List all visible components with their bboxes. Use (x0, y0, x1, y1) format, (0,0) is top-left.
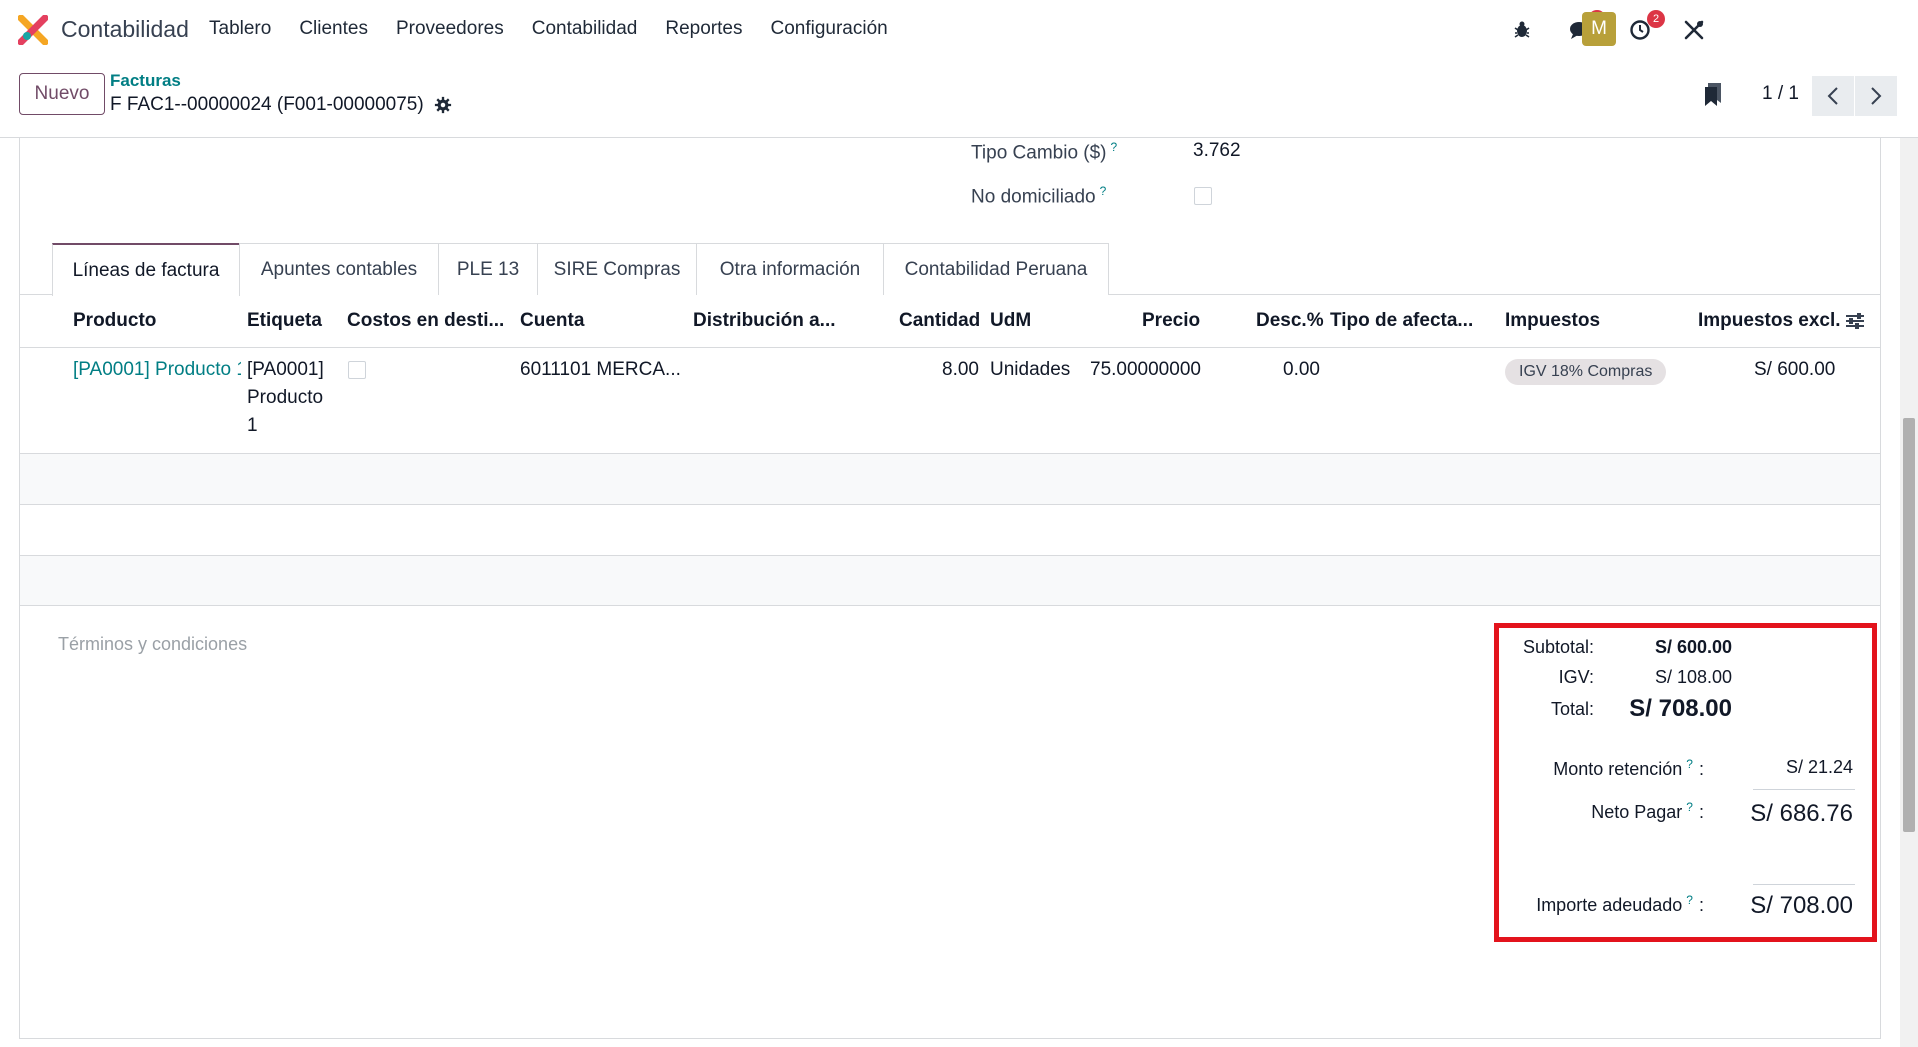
no-domiciliado-checkbox[interactable] (1194, 187, 1212, 205)
app-name[interactable]: Contabilidad (61, 16, 189, 43)
activity-badge: 2 (1647, 10, 1665, 28)
main-menu: Tablero Clientes Proveedores Contabilida… (209, 18, 916, 40)
monto-retencion-label: Monto retención?: (1553, 757, 1704, 780)
cell-precio[interactable]: 75.00000000 (1090, 359, 1201, 381)
totals-highlight-box: Subtotal: S/ 600.00 IGV: S/ 108.00 Total… (1494, 623, 1877, 942)
user-avatar-badge[interactable]: M (1582, 12, 1616, 46)
column-header-producto[interactable]: Producto (73, 310, 156, 332)
cell-cuenta[interactable]: 6011101 MERCA... (520, 359, 681, 381)
tipo-cambio-value[interactable]: 3.762 (1193, 140, 1241, 162)
column-header-desc[interactable]: Desc.% (1256, 310, 1324, 332)
control-panel: Nuevo Facturas F FAC1--00000024 (F001-00… (0, 59, 1918, 138)
importe-adeudado-label: Importe adeudado?: (1536, 893, 1704, 916)
column-header-udm[interactable]: UdM (990, 310, 1031, 332)
table-empty-row[interactable] (20, 454, 1880, 504)
cell-etiqueta-line1[interactable]: [PA0001] (247, 359, 324, 381)
column-header-cuenta[interactable]: Cuenta (520, 310, 584, 332)
tipo-cambio-label-text: Tipo Cambio ($) (971, 142, 1107, 164)
neto-pagar-label-text: Neto Pagar (1591, 802, 1683, 822)
notebook-tabs: Líneas de factura Apuntes contables PLE … (20, 243, 1880, 296)
debug-bug-icon[interactable] (1505, 12, 1539, 48)
no-domiciliado-label: No domiciliado? (971, 184, 1106, 208)
help-tooltip-icon[interactable]: ? (1686, 800, 1693, 814)
column-header-cantidad[interactable]: Cantidad (899, 310, 980, 332)
tab-apuntes-contables[interactable]: Apuntes contables (239, 243, 439, 295)
tab-otra-informacion[interactable]: Otra información (696, 243, 884, 295)
igv-value: S/ 108.00 (1654, 667, 1732, 687)
table-empty-row[interactable] (20, 505, 1880, 555)
menu-item-clientes[interactable]: Clientes (299, 18, 368, 40)
subtotal-label: Subtotal: (1522, 637, 1594, 657)
neto-pagar-value: S/ 686.76 (1750, 800, 1853, 827)
record-title: F FAC1--00000024 (F001-00000075) (110, 94, 452, 116)
column-header-tipo-afectacion[interactable]: Tipo de afecta... (1330, 310, 1473, 332)
total-value: S/ 708.00 (1629, 695, 1732, 722)
scrollbar-thumb[interactable] (1903, 418, 1915, 832)
new-button[interactable]: Nuevo (19, 73, 105, 115)
cell-cantidad[interactable]: 8.00 (942, 359, 979, 381)
gear-icon[interactable] (434, 96, 452, 114)
importe-adeudado-value: S/ 708.00 (1750, 892, 1853, 919)
column-header-costos[interactable]: Costos en desti... (347, 310, 504, 332)
terms-conditions-placeholder[interactable]: Términos y condiciones (58, 634, 247, 655)
tab-contabilidad-peruana[interactable]: Contabilidad Peruana (883, 243, 1109, 295)
help-tooltip-icon[interactable]: ? (1686, 893, 1693, 907)
column-settings-icon[interactable] (1845, 312, 1865, 330)
total-label: Total: (1550, 699, 1594, 719)
table-empty-row[interactable] (20, 556, 1880, 606)
cell-producto[interactable]: [PA0001] Producto 1 (73, 359, 241, 381)
cell-impuestos-excl[interactable]: S/ 600.00 (1754, 359, 1835, 381)
pager-previous-button[interactable] (1812, 76, 1854, 116)
activity-clock-icon[interactable]: 2 (1623, 10, 1665, 48)
neto-pagar-label: Neto Pagar?: (1591, 800, 1704, 823)
accounting-app-icon[interactable] (18, 15, 48, 45)
breadcrumb-facturas[interactable]: Facturas (110, 71, 181, 91)
pager-next-button[interactable] (1855, 76, 1897, 116)
help-tooltip-icon[interactable]: ? (1100, 184, 1107, 198)
column-header-distribucion[interactable]: Distribución a... (693, 310, 836, 332)
cell-costos-checkbox[interactable] (348, 361, 366, 379)
cell-udm[interactable]: Unidades (990, 359, 1070, 381)
total-separator (1753, 789, 1855, 790)
column-header-impuestos[interactable]: Impuestos (1505, 310, 1600, 332)
tab-lineas-factura[interactable]: Líneas de factura (52, 243, 240, 296)
tools-icon[interactable] (1677, 12, 1711, 48)
help-tooltip-icon[interactable]: ? (1686, 757, 1693, 771)
monto-retencion-label-text: Monto retención (1553, 759, 1683, 779)
column-header-etiqueta[interactable]: Etiqueta (247, 310, 322, 332)
igv-label: IGV: (1558, 667, 1594, 687)
tax-tag[interactable]: IGV 18% Compras (1505, 359, 1667, 385)
total-separator (1753, 884, 1855, 885)
chevron-right-icon (1871, 87, 1882, 105)
column-header-impuestos-excl[interactable]: Impuestos excl. (1698, 310, 1841, 332)
colon: : (1698, 802, 1704, 822)
menu-item-contabilidad[interactable]: Contabilidad (532, 18, 638, 40)
cell-etiqueta-line2[interactable]: Producto (247, 387, 323, 409)
top-navbar: Contabilidad Tablero Clientes Proveedore… (0, 0, 1918, 59)
help-tooltip-icon[interactable]: ? (1111, 140, 1118, 154)
menu-item-proveedores[interactable]: Proveedores (396, 18, 504, 40)
tab-sire-compras[interactable]: SIRE Compras (537, 243, 697, 295)
tipo-cambio-label: Tipo Cambio ($)? (971, 140, 1117, 164)
column-header-precio[interactable]: Precio (1142, 310, 1200, 332)
colon: : (1698, 759, 1704, 779)
table-divider (20, 605, 1880, 606)
no-domiciliado-label-text: No domiciliado (971, 186, 1096, 208)
cell-desc[interactable]: 0.00 (1283, 359, 1320, 381)
chevron-left-icon (1827, 87, 1838, 105)
bookmark-icon[interactable] (1703, 81, 1723, 107)
subtotal-value: S/ 600.00 (1654, 637, 1732, 657)
menu-item-reportes[interactable]: Reportes (665, 18, 742, 40)
cell-etiqueta-line3[interactable]: 1 (247, 415, 258, 437)
menu-item-tablero[interactable]: Tablero (209, 18, 271, 40)
form-sheet: Tipo Cambio ($)? 3.762 No domiciliado? L… (19, 138, 1881, 1039)
menu-item-configuracion[interactable]: Configuración (770, 18, 887, 40)
pager-value[interactable]: 1 / 1 (1762, 83, 1799, 105)
importe-adeudado-label-text: Importe adeudado (1536, 895, 1683, 915)
colon: : (1698, 895, 1704, 915)
monto-retencion-value[interactable]: S/ 21.24 (1786, 757, 1853, 778)
record-title-text: F FAC1--00000024 (F001-00000075) (110, 94, 424, 115)
tab-ple-13[interactable]: PLE 13 (438, 243, 538, 295)
